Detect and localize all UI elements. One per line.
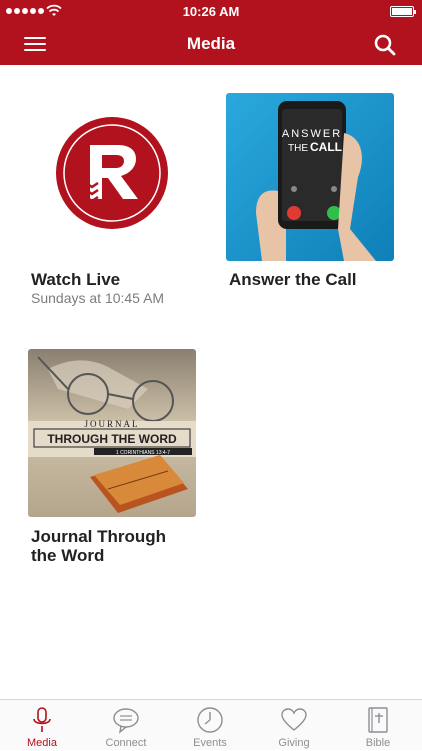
phone-image: ANSWER THE CALL [256, 101, 376, 261]
thumb-text-through-the-word: THROUGH THE WORD [47, 432, 177, 446]
thumb-text-journal: JOURNAL [84, 419, 139, 429]
media-item-title-line1: Journal Through [31, 527, 167, 546]
status-time: 10:26 AM [182, 4, 240, 19]
thumb-text-the: THE [288, 143, 308, 154]
tab-label: Connect [105, 737, 147, 749]
tab-bible[interactable]: Bible [336, 700, 420, 751]
media-item-title-line2: the Word [31, 546, 105, 565]
journal-image: JOURNAL THROUGH THE WORD 1 CORINTHIANS 1… [28, 356, 196, 513]
tab-giving[interactable]: Giving [252, 700, 336, 751]
media-item-subtitle: Sundays at 10:45 AM [31, 290, 165, 306]
tab-label: Bible [365, 737, 391, 749]
tab-label: Giving [278, 737, 310, 749]
thumb-text-call: CALL [310, 140, 342, 154]
thumb-text-scripture: 1 CORINTHIANS 13:4-7 [116, 450, 170, 456]
tab-media[interactable]: Media [0, 700, 84, 751]
nav-bar: Media [0, 22, 422, 65]
microphone-icon [33, 707, 51, 732]
watch-live-thumbnail[interactable] [28, 93, 196, 261]
tab-label: Events [193, 737, 227, 749]
media-item-title: Answer the Call [229, 270, 357, 289]
heart-icon [281, 708, 307, 731]
church-logo [56, 117, 168, 229]
journal-thumbnail[interactable]: JOURNAL THROUGH THE WORD 1 CORINTHIANS 1… [28, 349, 196, 517]
media-item-title: Watch Live [31, 270, 121, 289]
tab-label: Media [27, 737, 57, 749]
tab-connect[interactable]: Connect [84, 700, 168, 751]
search-icon[interactable] [372, 32, 398, 58]
clock-icon [197, 707, 223, 733]
answer-the-call-thumbnail[interactable]: ANSWER THE CALL [226, 93, 394, 261]
thumb-text-answer: ANSWER [282, 128, 342, 140]
battery-icon [390, 6, 416, 17]
status-bar: 10:26 AM [0, 0, 422, 22]
page-title: Media [186, 34, 236, 53]
tab-bar: Media Connect Events Giving Bible [0, 699, 422, 750]
bible-icon [368, 707, 388, 733]
chat-bubble-icon [113, 708, 139, 734]
media-item-title: Journal Through the Word [31, 527, 221, 565]
tab-events[interactable]: Events [168, 700, 252, 751]
